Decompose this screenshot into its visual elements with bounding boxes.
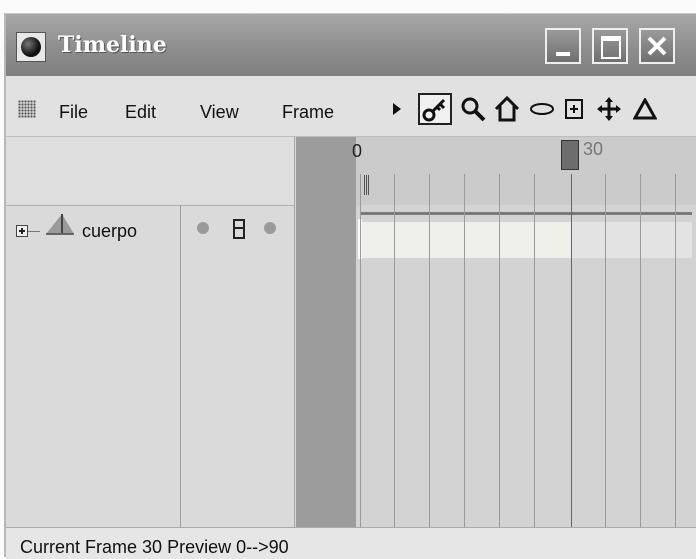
zoom-icon[interactable] [458, 93, 488, 125]
menu-file[interactable]: File [59, 102, 88, 123]
menu-bar [6, 76, 696, 137]
insert-frame-icon[interactable] [562, 93, 586, 125]
object-name[interactable]: cuerpo [82, 221, 137, 242]
key-icon[interactable] [418, 93, 452, 125]
status-text: Current Frame 30 Preview 0-->90 [20, 537, 289, 557]
visibility-dot[interactable] [197, 222, 209, 234]
menu-edit[interactable]: Edit [125, 102, 156, 123]
close-icon [647, 36, 667, 56]
timeline-window: Timeline File Edit View Frame cuerpo 0 3… [4, 13, 696, 559]
lock-dot[interactable] [264, 222, 276, 234]
object-list-pane [6, 137, 295, 527]
frame-ruler[interactable] [356, 137, 696, 205]
triangle-icon[interactable] [630, 93, 660, 125]
expand-icon[interactable] [16, 225, 28, 237]
current-frame-value: 30 [142, 537, 163, 557]
home-icon[interactable] [492, 93, 522, 125]
timeline-area[interactable]: 0 30 [296, 137, 696, 527]
ruler-current-label: 30 [583, 139, 604, 159]
ruler-start-label: 0 [352, 141, 363, 161]
preview-range-value: 0-->90 [236, 537, 289, 557]
maximize-button[interactable] [592, 28, 628, 64]
object-list-header [6, 137, 294, 206]
menu-grip-icon[interactable] [18, 100, 36, 118]
app-icon[interactable] [16, 32, 46, 62]
current-frame-marker[interactable] [561, 140, 579, 170]
move-icon[interactable] [594, 93, 624, 125]
minimize-button[interactable] [545, 28, 581, 64]
title-bar[interactable]: Timeline [6, 14, 696, 76]
window-title: Timeline [58, 32, 167, 58]
film-icon[interactable] [233, 219, 245, 239]
play-arrow-icon[interactable] [390, 93, 404, 125]
object-cone-icon [46, 214, 74, 235]
close-button[interactable] [639, 28, 675, 64]
menu-view[interactable]: View [200, 102, 239, 123]
menu-frame[interactable]: Frame [282, 102, 334, 123]
ellipse-icon[interactable] [528, 93, 556, 125]
